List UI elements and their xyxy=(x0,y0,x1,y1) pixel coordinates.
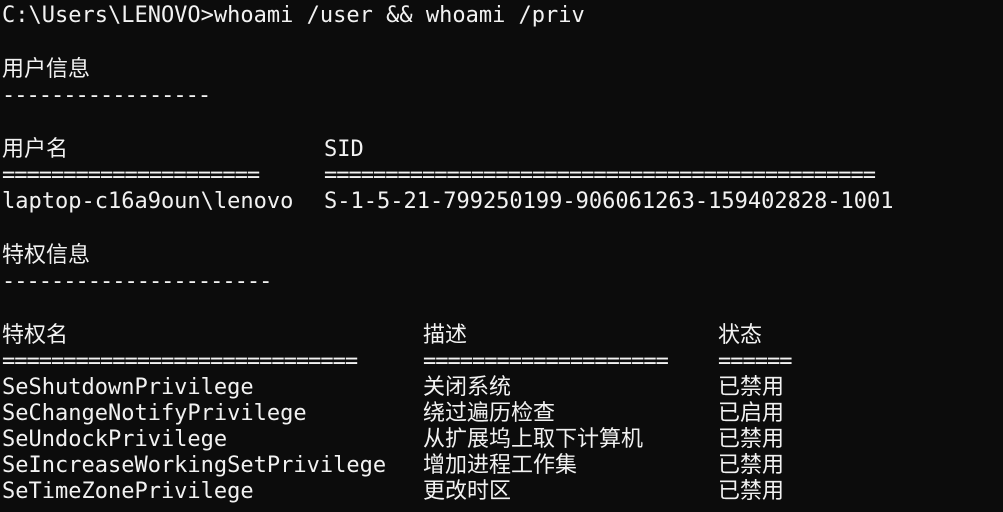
user-info-title: 用户信息 xyxy=(2,57,91,82)
privilege-row-description: 绕过遍历检查 xyxy=(423,401,556,426)
privilege-row-state: 已禁用 xyxy=(718,375,785,400)
privilege-row-state: 已禁用 xyxy=(718,453,785,478)
prompt: C:\Users\LENOVO> xyxy=(2,3,214,28)
user-info-title-underline: ----------------- xyxy=(2,83,211,108)
privilege-row-state: 已启用 xyxy=(718,401,785,426)
privilege-row-description: 从扩展坞上取下计算机 xyxy=(423,427,644,452)
privilege-info-title-underline: ---------------------- xyxy=(2,269,272,294)
privilege-row-state: 已禁用 xyxy=(718,427,785,452)
console-window[interactable]: C:\Users\LENOVO>whoami /user && whoami /… xyxy=(0,0,1003,512)
privilege-row-name: SeShutdownPrivilege xyxy=(2,375,254,400)
username-value: laptop-c16a9oun\lenovo xyxy=(2,189,294,214)
privilege-row-description: 更改时区 xyxy=(423,479,512,504)
privilege-row-description: 关闭系统 xyxy=(423,375,512,400)
privilege-row-name: SeUndockPrivilege xyxy=(2,427,228,452)
privilege-row-name: SeTimeZonePrivilege xyxy=(2,479,254,504)
privilege-info-title: 特权信息 xyxy=(2,243,91,268)
header-username: 用户名 xyxy=(2,137,69,162)
privilege-row-state: 已禁用 xyxy=(718,479,785,504)
privilege-row-name: SeChangeNotifyPrivilege xyxy=(2,401,307,426)
privilege-row-name: SeIncreaseWorkingSetPrivilege xyxy=(2,453,387,478)
separator-description: ==================== xyxy=(423,349,669,374)
sid-value: S-1-5-21-799250199-906061263-159402828-1… xyxy=(324,189,894,214)
privilege-row-description: 增加进程工作集 xyxy=(423,453,578,478)
separator-privilege-name: ============================= xyxy=(2,349,358,374)
header-sid: SID xyxy=(324,137,364,162)
header-description: 描述 xyxy=(423,323,468,348)
separator-sid: ========================================… xyxy=(324,163,876,188)
separator-state: ====== xyxy=(718,349,792,374)
header-privilege-name: 特权名 xyxy=(2,323,69,348)
command-text: whoami /user && whoami /priv xyxy=(213,3,585,28)
header-state: 状态 xyxy=(718,323,763,348)
command-line: C:\Users\LENOVO>whoami /user && whoami /… xyxy=(2,3,585,29)
separator-username: ===================== xyxy=(2,163,260,188)
